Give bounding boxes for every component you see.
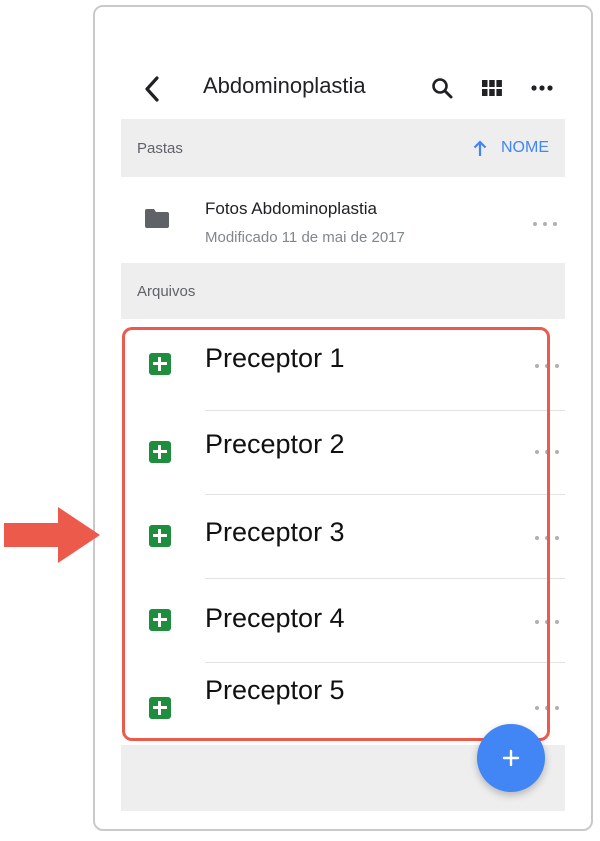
plus-icon [502,749,520,767]
folder-icon [145,209,169,228]
folder-item[interactable]: Fotos Abdominoplastia Modificado 11 de m… [121,189,565,263]
page-title: Abdominoplastia [203,73,366,98]
folder-more-button[interactable] [533,217,557,231]
file-name: Preceptor 1 [205,343,345,373]
sheets-icon [149,353,171,375]
folders-section-label: Pastas [137,139,183,157]
file-name: Preceptor 2 [205,429,345,459]
dot [535,536,539,540]
more-options-button[interactable] [525,71,559,105]
back-button[interactable] [137,71,167,107]
dot [555,536,559,540]
file-item-preceptor-3[interactable]: Preceptor 3 [121,495,565,579]
arrow-up-icon [473,139,487,156]
sheets-icon [149,441,171,463]
dot [535,364,539,368]
file-name: Preceptor 5 [205,675,345,705]
file-more-button[interactable] [535,615,559,629]
file-more-button[interactable] [535,359,559,373]
dot [543,222,547,226]
grid-view-button[interactable] [475,71,509,105]
file-item-preceptor-2[interactable]: Preceptor 2 [121,411,565,495]
dot [555,706,559,710]
file-item-preceptor-1[interactable]: Preceptor 1 [121,327,565,411]
grid-view-icon [482,80,502,96]
dot [535,706,539,710]
dot [555,450,559,454]
dot [535,450,539,454]
dot [553,222,557,226]
folders-section-header: Pastas NOME [121,119,565,177]
file-more-button[interactable] [535,701,559,715]
dot [555,364,559,368]
folder-modified-date: Modificado 11 de mai de 2017 [205,229,405,246]
dot [533,222,537,226]
file-more-button[interactable] [535,445,559,459]
pointer-arrow-icon [4,507,100,563]
search-button[interactable] [425,71,459,105]
sheets-icon [149,525,171,547]
search-icon [432,78,453,99]
files-section-label: Arquivos [137,282,196,300]
sort-by-name-button[interactable]: NOME [473,119,549,177]
sheets-icon [149,697,171,719]
file-name: Preceptor 3 [205,517,345,547]
add-new-button[interactable] [477,724,545,792]
dot [535,620,539,624]
folder-name: Fotos Abdominoplastia [205,199,377,218]
file-list: Preceptor 1 Preceptor 2 Preceptor 3 Prec… [121,327,565,747]
file-item-preceptor-4[interactable]: Preceptor 4 [121,579,565,663]
file-name: Preceptor 4 [205,603,345,633]
chevron-left-icon [145,76,159,102]
dot [545,620,549,624]
files-section-header: Arquivos [121,263,565,319]
phone-screen: Abdominoplastia Pastas NOME Fotos Abdomi… [93,5,593,831]
dot [545,536,549,540]
sheets-icon [149,609,171,631]
app-bar: Abdominoplastia [95,7,591,119]
more-icon [531,85,553,91]
dot [545,364,549,368]
dot [545,706,549,710]
sort-label: NOME [501,139,549,156]
dot [555,620,559,624]
dot [545,450,549,454]
file-more-button[interactable] [535,531,559,545]
